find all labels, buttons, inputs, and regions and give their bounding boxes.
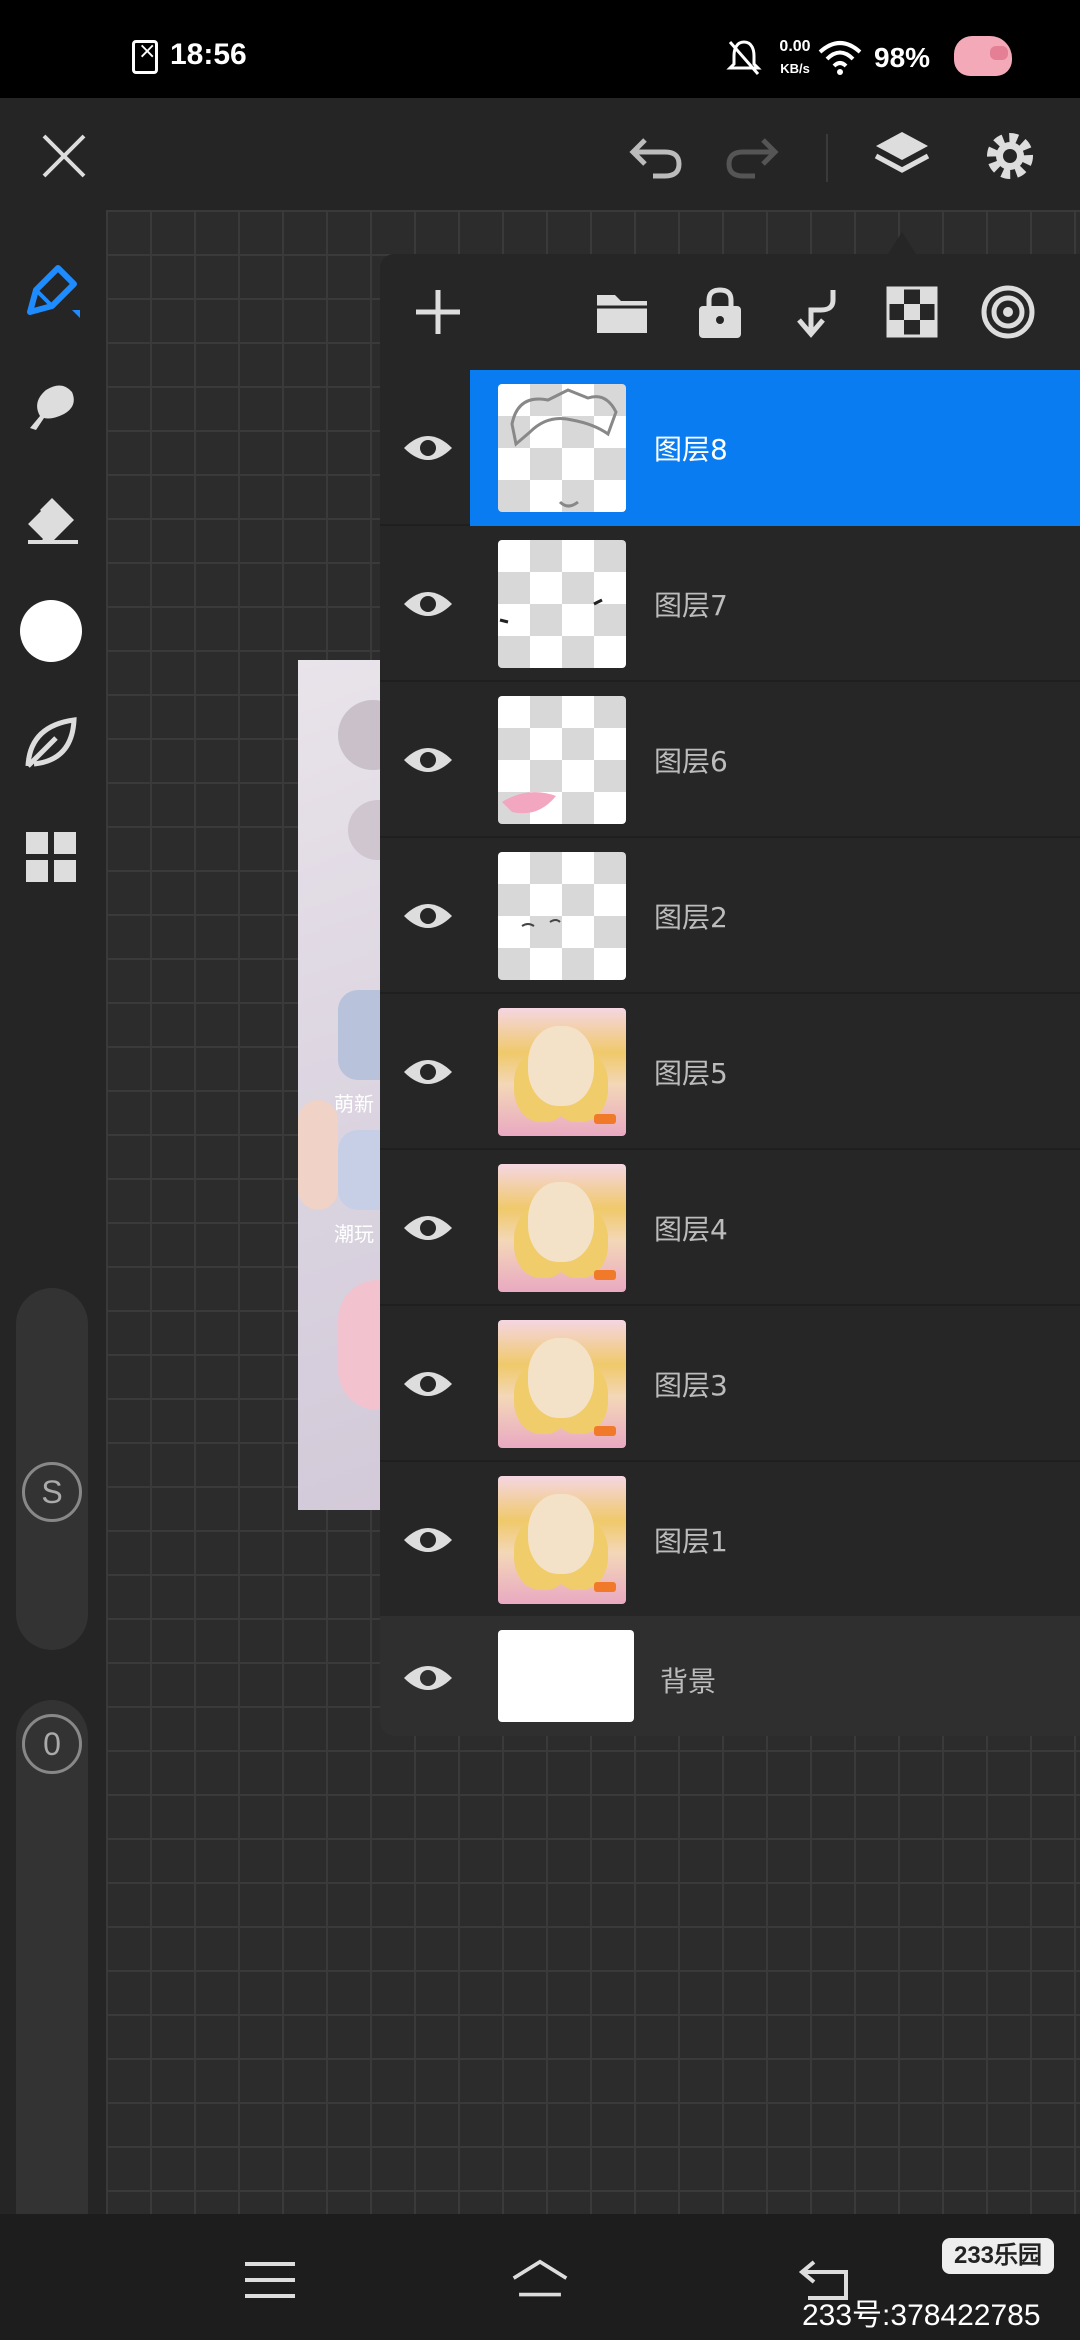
net-speed: 0.00 KB/s [770,36,820,80]
artwork-text-2: 潮玩 [334,1222,374,1246]
eye-icon[interactable] [398,1510,458,1570]
net-speed-unit: KB/s [780,61,810,76]
opacity-button[interactable]: 0 [22,1714,82,1774]
watermark-id: 233号:378422785 [802,2299,1041,2332]
layer-thumbnail [498,540,626,668]
layer-thumbnail [498,1320,626,1448]
size-button[interactable]: S [22,1462,82,1522]
panel-pointer [888,232,916,254]
artwork-hand [298,1100,338,1210]
layer-name: 图层7 [654,589,728,622]
mute-icon [726,40,762,75]
layer-thumbnail [498,852,626,980]
battery-level: 98% [874,42,931,73]
eraser-icon[interactable] [18,484,84,550]
eye-icon[interactable] [398,1042,458,1102]
layer-name: 图层5 [654,1057,728,1090]
layer-row-4[interactable]: 图层4 [380,1150,1080,1306]
layer-row-7[interactable]: 图层7 [380,526,1080,682]
top-toolbar [0,98,1080,210]
status-bar: 18:56 0.00 KB/s 98% [0,0,1080,98]
app-root: 18:56 0.00 KB/s 98% [0,0,1080,2340]
tool-rail: S 0 [0,210,106,2280]
settings-icon[interactable] [980,126,1040,186]
folder-icon[interactable] [592,282,652,342]
layer-row-background[interactable]: 背景 [380,1616,1080,1736]
opacity-slider[interactable]: 0 [16,1700,88,2280]
layer-row-5[interactable]: 图层5 [380,994,1080,1150]
layer-row-2[interactable]: 图层2 [380,838,1080,994]
layer-name: 图层3 [654,1369,728,1402]
layer-thumbnail [498,696,626,824]
pen-icon[interactable] [18,258,84,324]
layer-thumbnail [498,1164,626,1292]
eye-icon[interactable] [398,1648,458,1708]
add-icon[interactable] [408,282,468,342]
lock-icon[interactable] [690,282,750,342]
layer-name: 图层1 [654,1525,728,1558]
layer-row-8[interactable]: 图层8 [380,370,1080,526]
layer-name: 图层2 [654,901,728,934]
eye-icon[interactable] [398,1198,458,1258]
transparency-icon[interactable] [882,282,942,342]
layer-name: 图层4 [654,1213,728,1246]
status-time: 18:56 [170,38,247,71]
layers-toolbar [380,254,1080,370]
layer-row-3[interactable]: 图层3 [380,1306,1080,1462]
target-icon[interactable] [978,282,1038,342]
eye-icon[interactable] [398,418,458,478]
home-icon[interactable] [510,2250,570,2310]
layer-thumbnail [498,1476,626,1604]
layer-thumbnail [498,1630,634,1722]
layer-name: 图层8 [654,433,728,466]
color-icon[interactable] [18,598,84,664]
artwork-text-1: 萌新 [334,1092,374,1116]
wifi-icon [818,41,862,75]
undo-icon[interactable] [626,126,686,186]
watermark-logo: 233乐园 [942,2238,1054,2274]
menu-icon[interactable] [240,2250,300,2310]
brush-size-slider[interactable]: S [16,1288,88,1650]
sim-card-icon [132,39,158,74]
pig-sticker-icon [954,36,1012,76]
eye-icon[interactable] [398,730,458,790]
smudge-icon[interactable] [18,372,84,438]
layer-name: 图层6 [654,745,728,778]
layer-name: 背景 [660,1665,717,1698]
layers-icon[interactable] [872,126,932,186]
grid-icon[interactable] [18,824,84,890]
eye-icon[interactable] [398,886,458,946]
layer-thumbnail [498,1008,626,1136]
merge-down-icon[interactable] [786,282,846,342]
redo-icon[interactable] [722,126,782,186]
layer-row-1[interactable]: 图层1 [380,1462,1080,1618]
layers-panel: 图层8 图层7 图层6 图层2 图层5 图层4 图层3 图层1 背景 [380,254,1080,1736]
eye-icon[interactable] [398,1354,458,1414]
leaf-icon[interactable] [18,710,84,776]
close-icon[interactable] [34,126,94,186]
toolbar-divider [826,134,828,182]
eye-icon[interactable] [398,574,458,634]
layer-thumbnail [498,384,626,512]
layer-row-6[interactable]: 图层6 [380,682,1080,838]
net-speed-value: 0.00 [779,38,811,55]
